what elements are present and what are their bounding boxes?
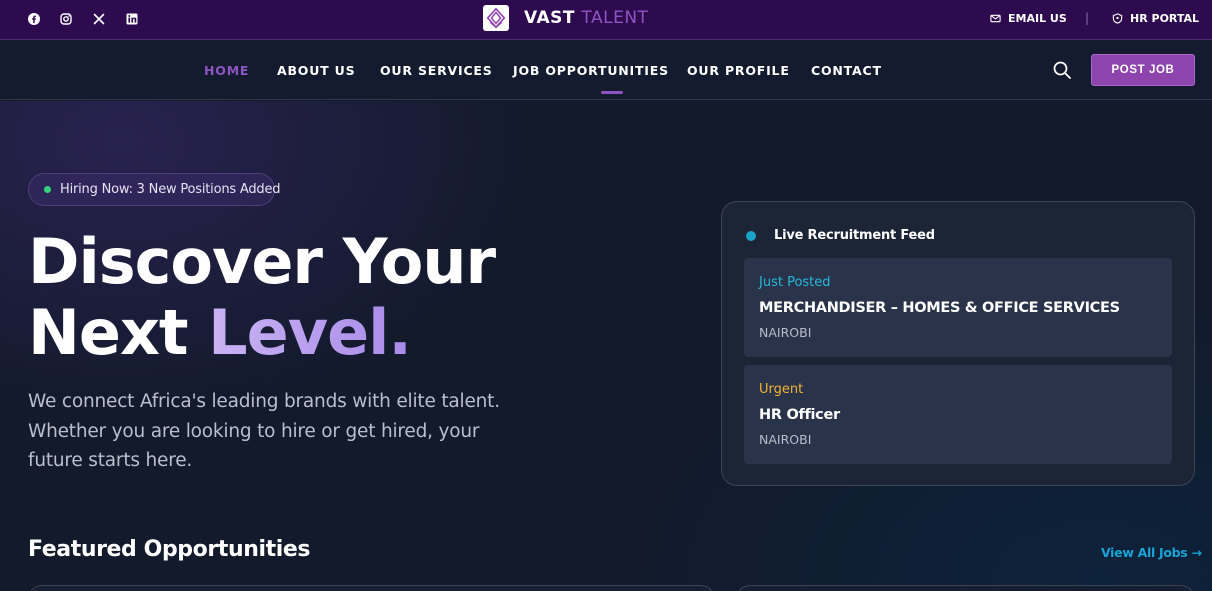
featured-job-card[interactable] — [736, 585, 1195, 591]
hero-section: Hiring Now: 3 New Positions Added Discov… — [0, 101, 1212, 591]
hero-headline: Discover Your Next Level. — [28, 225, 496, 369]
status-dot-icon — [44, 186, 51, 193]
topbar-divider: | — [1085, 11, 1090, 25]
view-all-jobs-link[interactable]: View All Jobs → — [1101, 545, 1202, 560]
job-tag: Just Posted — [759, 275, 831, 290]
instagram-icon[interactable] — [59, 12, 73, 26]
brand-logo[interactable] — [483, 5, 509, 31]
job-title: MERCHANDISER – HOMES & OFFICE SERVICES — [759, 300, 1120, 316]
nav-our-profile[interactable]: OUR PROFILE — [687, 63, 790, 78]
feed-job-item[interactable]: Just Posted MERCHANDISER – HOMES & OFFIC… — [744, 258, 1172, 357]
shield-icon — [1112, 13, 1123, 24]
headline-line-2-accent: Level. — [208, 296, 412, 369]
nav-about-us[interactable]: ABOUT US — [277, 63, 355, 78]
headline-line-2-plain: Next — [28, 296, 209, 369]
feed-job-item[interactable]: Urgent HR Officer NAIROBI — [744, 365, 1172, 464]
job-location: NAIROBI — [759, 325, 812, 340]
feed-header: Live Recruitment Feed — [746, 228, 935, 243]
feed-title: Live Recruitment Feed — [774, 228, 935, 243]
job-title: HR Officer — [759, 407, 840, 423]
hiring-badge: Hiring Now: 3 New Positions Added — [28, 173, 281, 206]
job-tag: Urgent — [759, 382, 804, 397]
brand-name-second: TALENT — [581, 8, 649, 28]
hr-portal-link[interactable]: HR PORTAL — [1112, 12, 1199, 25]
brand-name[interactable]: VAST TALENT — [524, 8, 648, 28]
nav-home[interactable]: HOME — [204, 63, 249, 78]
nav-hover-indicator — [601, 91, 623, 94]
live-recruitment-feed: Live Recruitment Feed Just Posted MERCHA… — [721, 201, 1195, 486]
featured-job-card[interactable] — [28, 585, 715, 591]
featured-opportunities-title: Featured Opportunities — [28, 537, 311, 562]
hiring-badge-text: Hiring Now: 3 New Positions Added — [60, 182, 281, 197]
job-location: NAIROBI — [759, 432, 812, 447]
linkedin-icon[interactable] — [125, 12, 139, 26]
main-nav: HOME ABOUT US OUR SERVICES JOB OPPORTUNI… — [0, 41, 1212, 100]
post-job-button[interactable]: POST JOB — [1091, 54, 1195, 86]
headline-line-1: Discover Your — [28, 225, 496, 298]
facebook-icon[interactable] — [27, 12, 41, 26]
envelope-icon — [990, 14, 1001, 23]
hr-portal-label: HR PORTAL — [1130, 12, 1200, 25]
email-us-link[interactable]: EMAIL US — [990, 12, 1067, 25]
email-us-label: EMAIL US — [1008, 12, 1067, 25]
hero-subtext: We connect Africa's leading brands with … — [28, 391, 500, 471]
nav-job-opportunities[interactable]: JOB OPPORTUNITIES — [513, 63, 669, 78]
search-icon[interactable] — [1052, 60, 1072, 80]
x-icon[interactable] — [92, 12, 106, 26]
live-dot-icon — [746, 230, 756, 241]
nav-contact[interactable]: CONTACT — [811, 63, 882, 78]
brand-name-first: VAST — [524, 8, 575, 28]
top-bar: VAST TALENT EMAIL US | HR PORTAL — [0, 0, 1212, 40]
brand-logo-icon — [486, 7, 506, 29]
nav-our-services[interactable]: OUR SERVICES — [380, 63, 493, 78]
